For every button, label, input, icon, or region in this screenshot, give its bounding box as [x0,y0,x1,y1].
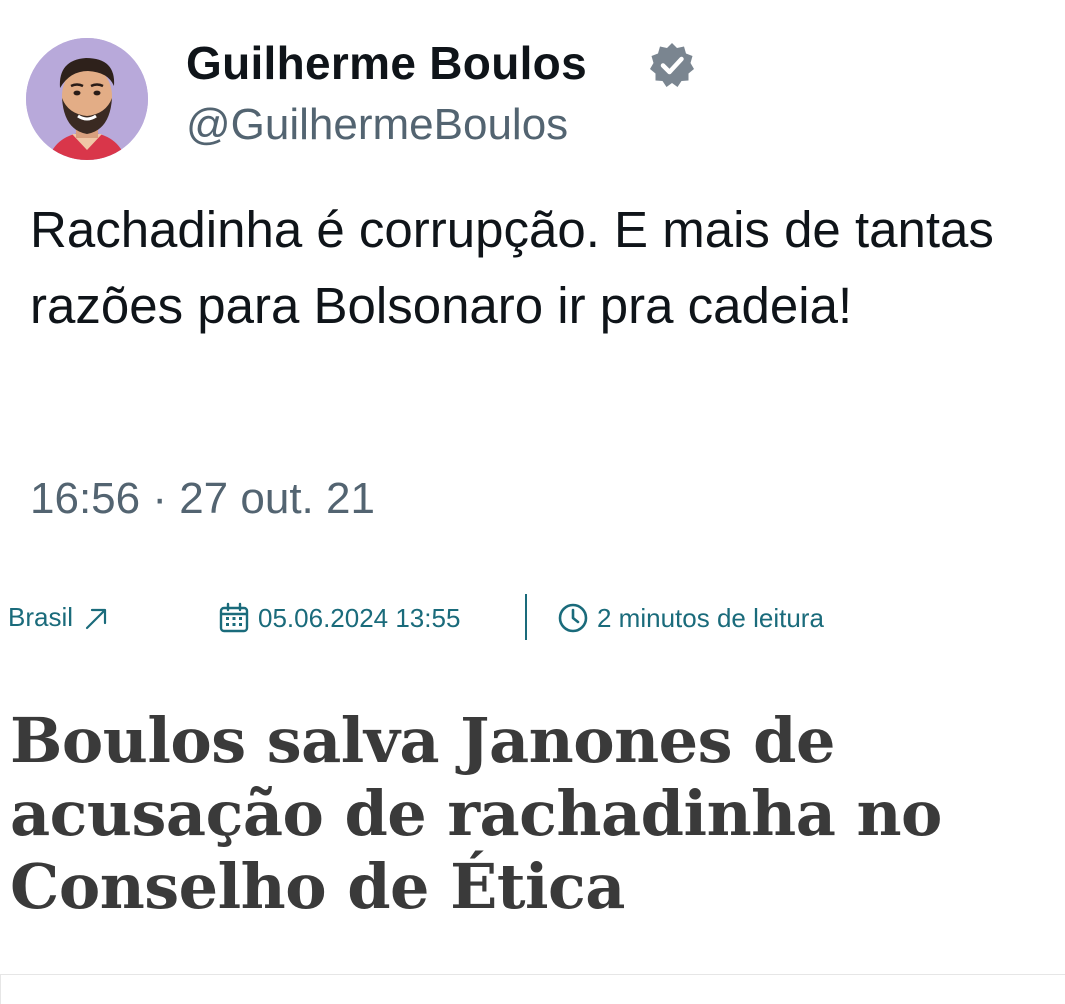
calendar-icon [219,602,249,633]
category-link[interactable]: Brasil [8,602,111,633]
meta-divider [525,594,527,640]
publish-date: 05.06.2024 13:55 [218,602,460,634]
category-label: Brasil [8,602,74,632]
author-display-name[interactable]: Guilherme Boulos [186,36,587,90]
article-headline[interactable]: Boulos salva Janones de acusação de rach… [10,704,1050,923]
author-handle[interactable]: @GuilhermeBoulos [186,100,568,150]
reading-time: 2 minutos de leitura [557,602,824,634]
tweet-text: Rachadinha é corrupção. E mais de tantas… [30,201,994,334]
article-meta-bar: Brasil 05.06.2024 13:55 2 minutos de lei… [0,592,1065,646]
author-avatar[interactable] [26,38,148,160]
verified-badge-icon [650,43,694,87]
arrow-up-right-icon [85,608,107,629]
tweet-timestamp[interactable]: 16:56 · 27 out. 21 [30,474,375,524]
content-divider [0,974,1065,1004]
tweet-card: Guilherme Boulos @GuilhermeBoulos Rachad… [0,0,1065,560]
clock-icon [558,603,588,633]
avatar-illustration-icon [26,38,148,160]
reading-time-text: 2 minutos de leitura [597,602,824,633]
publish-date-text: 05.06.2024 13:55 [258,602,461,633]
